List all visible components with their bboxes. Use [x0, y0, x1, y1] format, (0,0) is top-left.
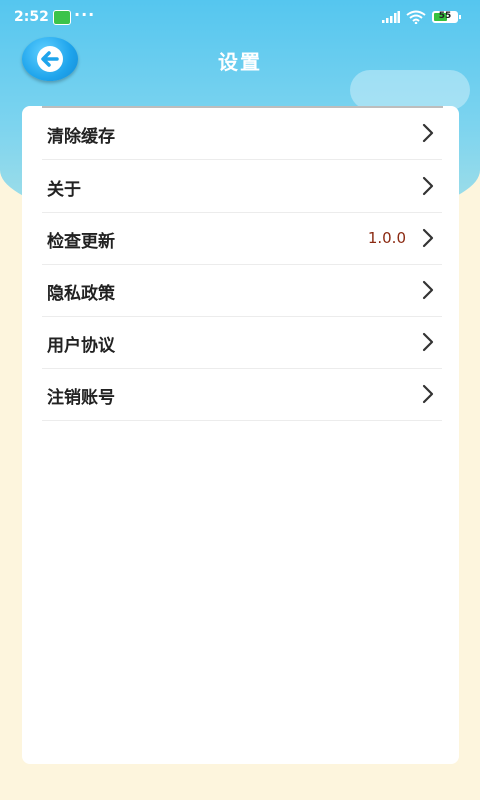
more-notifications-icon: ···: [74, 5, 96, 24]
settings-item-label: 隐私政策: [47, 284, 115, 304]
battery-tip: [459, 15, 461, 19]
chevron-right-icon: [422, 384, 434, 404]
settings-item-privacy-policy[interactable]: 隐私政策: [42, 264, 442, 317]
chevron-right-icon: [422, 176, 434, 196]
version-number: 1.0.0: [367, 229, 406, 247]
battery-icon: 55: [432, 11, 461, 23]
settings-item-user-agreement[interactable]: 用户协议: [42, 316, 442, 369]
settings-item-delete-account[interactable]: 注销账号: [42, 368, 442, 421]
chevron-right-icon: [422, 123, 434, 143]
settings-item-label: 关于: [47, 180, 81, 200]
chevron-right-icon: [422, 228, 434, 248]
status-bar: 2:52 ··· 55: [0, 0, 480, 36]
settings-card: 清除缓存 关于 检查更新 1.0.0 隐私政策 用户协议 注销账号: [22, 106, 459, 764]
battery-level: 55: [438, 11, 452, 21]
page-title: 设置: [218, 50, 262, 74]
status-time: 2:52: [14, 9, 49, 25]
cloud-decoration: [350, 70, 470, 110]
settings-item-label: 清除缓存: [47, 127, 115, 147]
settings-item-label: 注销账号: [47, 388, 115, 408]
settings-item-check-update[interactable]: 检查更新 1.0.0: [42, 212, 442, 265]
chevron-right-icon: [422, 332, 434, 352]
settings-item-clear-cache[interactable]: 清除缓存: [42, 107, 442, 160]
signal-icon: [382, 11, 400, 23]
wifi-icon: [406, 10, 426, 24]
settings-item-label: 用户协议: [47, 336, 115, 356]
chevron-right-icon: [422, 280, 434, 300]
wechat-icon: [53, 10, 71, 25]
settings-item-about[interactable]: 关于: [42, 160, 442, 213]
settings-item-label: 检查更新: [47, 232, 115, 252]
